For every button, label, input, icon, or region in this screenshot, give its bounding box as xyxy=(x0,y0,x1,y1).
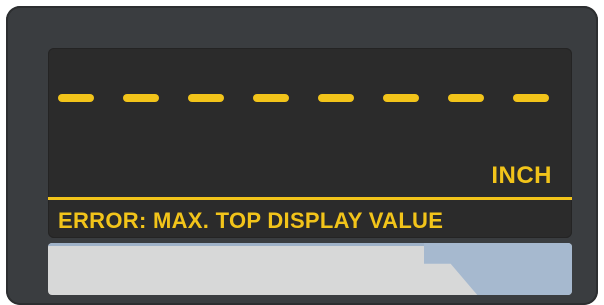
softkey-bar[interactable] xyxy=(48,243,572,295)
dash-segment xyxy=(383,94,419,102)
device-bezel: INCH ERROR: MAX. TOP DISPLAY VALUE xyxy=(6,6,598,305)
softkey-accent-tab xyxy=(424,243,572,295)
dash-segment xyxy=(253,94,289,102)
dash-segment xyxy=(123,94,159,102)
dash-segment xyxy=(448,94,484,102)
dash-segment xyxy=(513,94,549,102)
display-screen: INCH ERROR: MAX. TOP DISPLAY VALUE xyxy=(48,48,572,238)
dash-segment xyxy=(188,94,224,102)
error-status-message: ERROR: MAX. TOP DISPLAY VALUE xyxy=(58,208,444,233)
dash-segment xyxy=(58,94,94,102)
overflow-dash-readout xyxy=(58,94,564,104)
unit-label: INCH xyxy=(491,162,552,189)
display-divider xyxy=(48,197,572,200)
dash-segment xyxy=(318,94,354,102)
